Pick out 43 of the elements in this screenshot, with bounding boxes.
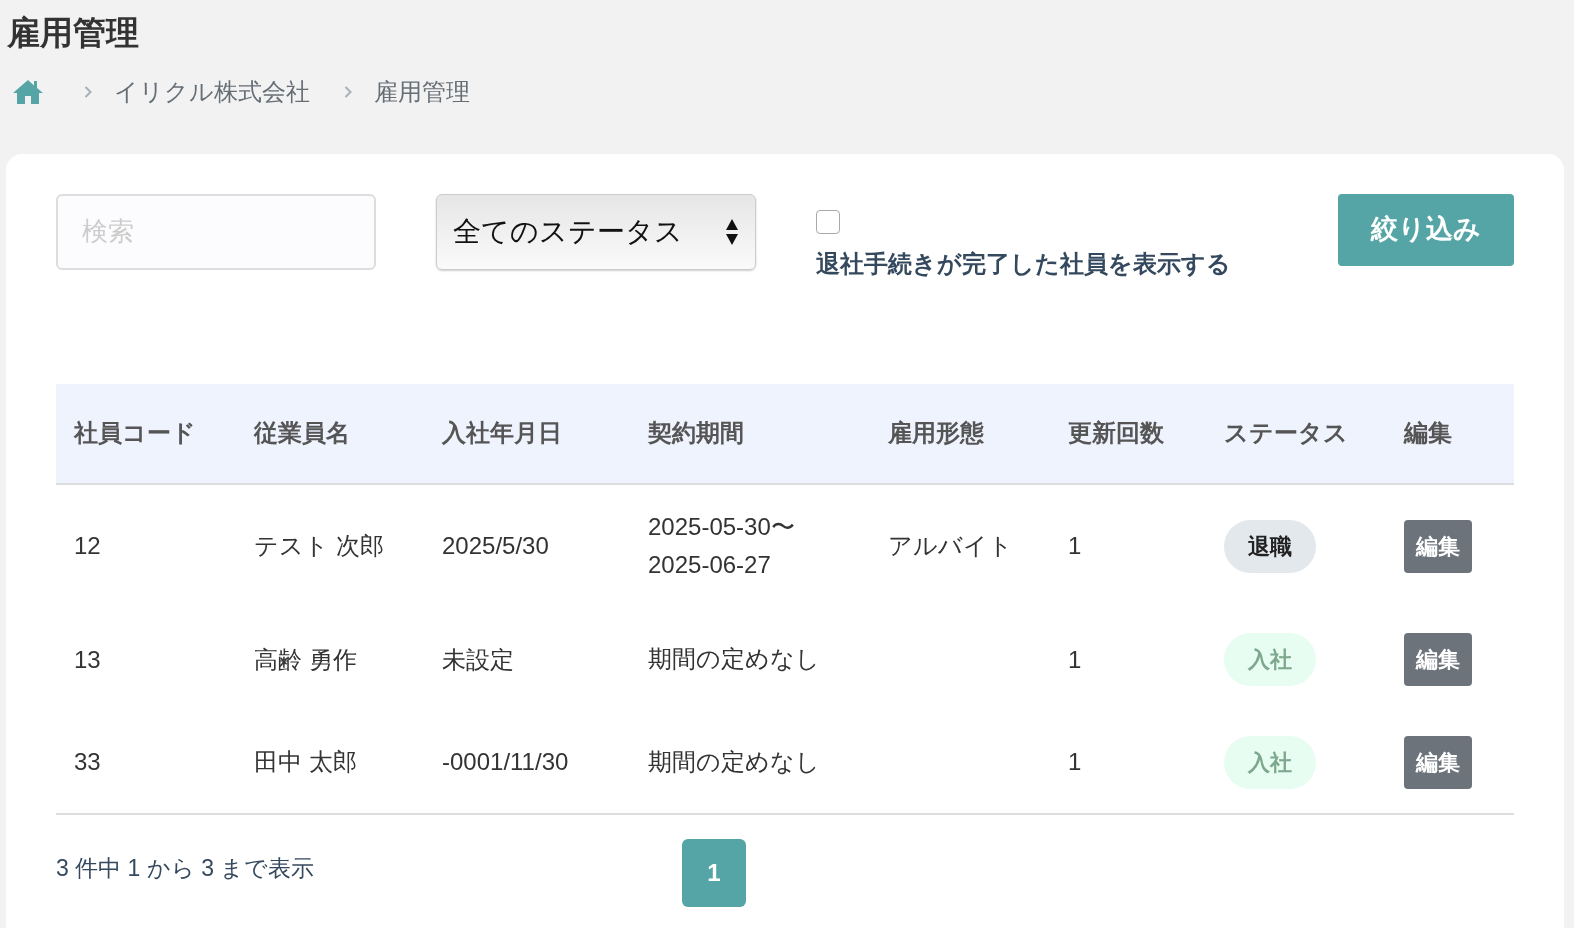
- table-cell: 33: [74, 748, 101, 775]
- chevron-icon: [84, 85, 92, 98]
- table-cell-text: 期間の定めなし: [648, 644, 820, 675]
- chevron-icon: [344, 85, 352, 98]
- table-cell-text: 2025-05-30〜 2025-06-27: [648, 511, 795, 580]
- column-header: 契約期間: [630, 383, 870, 484]
- table-cell: 未設定: [442, 645, 514, 673]
- page-title: 雇用管理: [7, 13, 140, 53]
- table-cell: 1: [1068, 748, 1082, 775]
- table-cell: 高齢 勇作: [254, 645, 357, 673]
- table-cell: 1: [1068, 645, 1082, 673]
- home-icon[interactable]: [12, 77, 44, 106]
- status-badge: 退職: [1224, 519, 1316, 573]
- table-cell: 12: [74, 532, 101, 559]
- page-button[interactable]: 1: [682, 838, 746, 907]
- column-header: 従業員名: [236, 383, 424, 484]
- column-header: 更新回数: [1050, 383, 1206, 484]
- table-cell: 2025/5/30: [442, 532, 549, 559]
- edit-button[interactable]: 編集: [1404, 633, 1472, 686]
- table-cell: -0001/11/30: [442, 748, 569, 775]
- table-cell: 田中 太郎: [254, 748, 357, 775]
- breadcrumb-current: 雇用管理: [374, 76, 470, 107]
- table-cell: アルバイト: [888, 532, 1013, 559]
- column-header: 入社年月日: [424, 383, 630, 484]
- checkbox-label[interactable]: 退社手続きが完了した社員を表示する: [816, 245, 1231, 282]
- sort-arrows-icon: [725, 217, 739, 246]
- filter-button[interactable]: 絞り込み: [1338, 193, 1514, 266]
- entries-info: 3 件中 1 から 3 まで表示: [56, 853, 316, 883]
- column-header: ステータス: [1206, 383, 1386, 484]
- column-header: 編集: [1386, 383, 1514, 484]
- status-badge: 入社: [1224, 633, 1316, 686]
- table-cell-text: 期間の定めなし: [648, 746, 820, 777]
- table-cell: テスト 次郎: [254, 532, 384, 559]
- column-header: 社員コード: [56, 383, 236, 484]
- status-select[interactable]: 全てのステータス: [436, 193, 756, 270]
- table-cell: 13: [74, 645, 101, 673]
- checkbox[interactable]: [816, 209, 840, 234]
- status-badge: 入社: [1224, 735, 1316, 789]
- column-header: 雇用形態: [870, 383, 1050, 484]
- edit-button[interactable]: 編集: [1404, 519, 1472, 573]
- edit-button[interactable]: 編集: [1404, 735, 1472, 789]
- table-cell: 1: [1068, 532, 1082, 559]
- breadcrumb-link[interactable]: イリクル株式会社: [114, 73, 310, 110]
